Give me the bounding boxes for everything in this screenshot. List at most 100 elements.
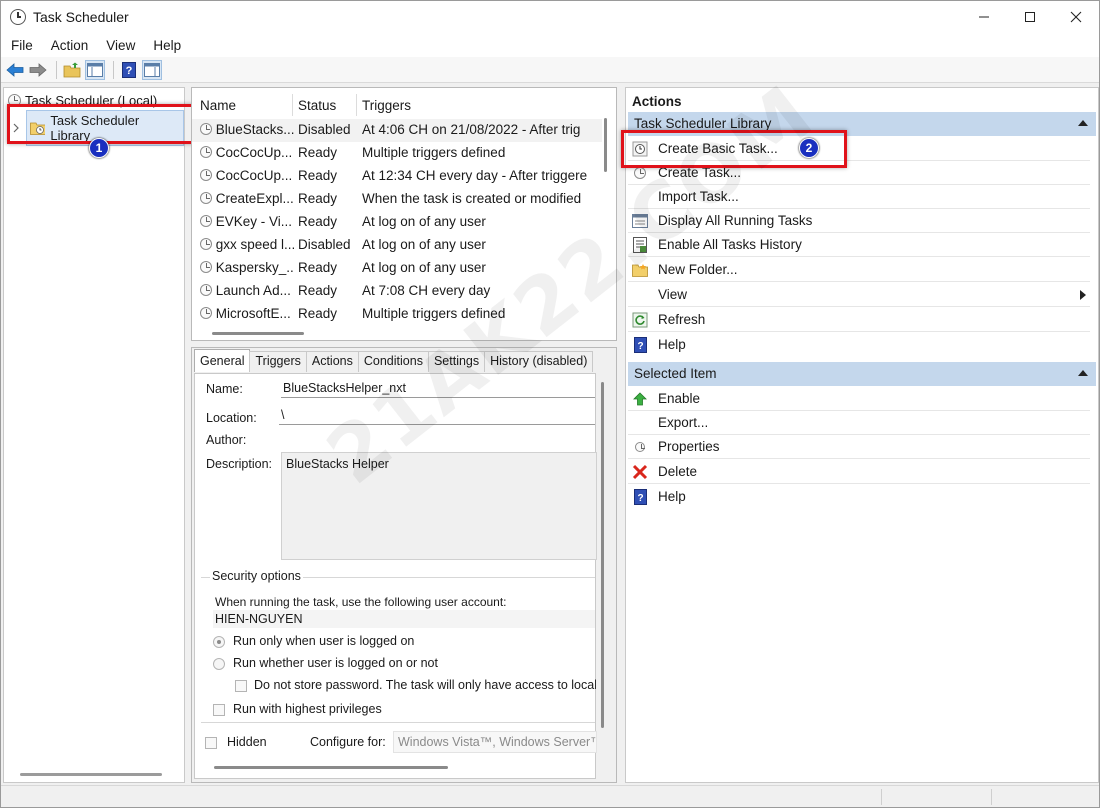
table-row[interactable]: Launch Ad... Ready At 7:08 CH every day [192, 280, 602, 303]
menu-file[interactable]: File [1, 38, 41, 53]
back-arrow-icon [6, 62, 24, 77]
radio-logged-on[interactable] [213, 636, 225, 648]
tab-general[interactable]: General [194, 349, 251, 372]
location-field[interactable]: \ [279, 405, 595, 425]
horizontal-scrollbar[interactable] [212, 332, 304, 335]
horizontal-scrollbar[interactable] [20, 773, 162, 776]
checkbox-highest-privileges[interactable] [213, 704, 225, 716]
table-row[interactable]: MicrosoftE... Ready Multiple triggers de… [192, 303, 602, 326]
checkbox-no-password-label: Do not store password. The task will onl… [254, 678, 596, 692]
show-hide-action-pane-button[interactable] [142, 59, 162, 80]
task-list-pane: Name Status Triggers BlueStacks... Disab… [191, 87, 617, 341]
action-enable-history[interactable]: Enable All Tasks History [628, 233, 1090, 257]
horizontal-scrollbar[interactable] [214, 766, 448, 769]
action-help-selected[interactable]: ? Help [628, 485, 1090, 509]
checkbox-highest-label: Run with highest privileges [233, 702, 382, 716]
table-row[interactable]: CocCocUp... Ready At 12:34 CH every day … [192, 165, 602, 188]
task-name-cell: gxx speed l... [200, 237, 294, 252]
table-row[interactable]: Kaspersky_... Ready At log on of any use… [192, 257, 602, 280]
menu-view[interactable]: View [96, 38, 143, 53]
clock-icon [200, 307, 212, 319]
menu-action[interactable]: Action [41, 38, 97, 53]
forward-button[interactable] [28, 60, 48, 80]
task-triggers: At log on of any user [362, 214, 486, 229]
menu-help[interactable]: Help [143, 38, 189, 53]
security-options-title: Security options [210, 569, 303, 583]
task-name-cell: MicrosoftE... [200, 306, 294, 321]
action-delete[interactable]: Delete [628, 460, 1090, 484]
task-name: Launch Ad... [215, 283, 291, 298]
action-refresh[interactable]: Refresh [628, 308, 1090, 332]
tab-triggers[interactable]: Triggers [249, 351, 307, 372]
new-folder-icon [632, 262, 648, 278]
status-separator [991, 789, 992, 805]
tab-history[interactable]: History (disabled) [484, 351, 594, 372]
running-tasks-icon [632, 213, 648, 229]
tab-conditions[interactable]: Conditions [357, 351, 429, 372]
minimize-icon [979, 16, 989, 18]
task-triggers: Multiple triggers defined [362, 306, 506, 321]
delete-x-icon [632, 464, 648, 480]
tab-actions[interactable]: Actions [305, 351, 359, 372]
task-triggers: At log on of any user [362, 237, 486, 252]
author-label: Author: [206, 433, 247, 447]
checkbox-no-password[interactable] [235, 680, 247, 692]
section-header-selected-item[interactable]: Selected Item [628, 362, 1096, 386]
action-import-task[interactable]: Import Task... [628, 185, 1090, 209]
name-field[interactable]: BlueStacksHelper_nxt [281, 378, 595, 398]
checkbox-hidden-label: Hidden [227, 735, 267, 749]
table-row[interactable]: CreateExpl... Ready When the task is cre… [192, 188, 602, 211]
action-help-library[interactable]: ? Help [628, 333, 1090, 357]
maximize-button[interactable] [1007, 1, 1053, 33]
help-button[interactable]: ? [119, 60, 139, 80]
action-display-running[interactable]: Display All Running Tasks [628, 209, 1090, 233]
back-button[interactable] [5, 60, 25, 80]
action-properties[interactable]: Properties [628, 435, 1090, 459]
task-triggers: At 7:08 CH every day [362, 283, 491, 298]
checkbox-hidden[interactable] [205, 737, 217, 749]
radio-whether-logged-on[interactable] [213, 658, 225, 670]
configure-for-select[interactable]: Windows Vista™, Windows Server™ 20 [393, 731, 597, 753]
table-row[interactable]: EVKey - Vi... Ready At log on of any use… [192, 211, 602, 234]
action-new-folder[interactable]: New Folder... [628, 258, 1090, 282]
general-tab-body: Name: BlueStacksHelper_nxt Location: \ A… [194, 373, 597, 779]
task-status: Ready [298, 283, 338, 298]
callout-number-1: 1 [89, 138, 109, 158]
close-button[interactable] [1053, 1, 1099, 33]
configure-for-label: Configure for: [310, 735, 386, 749]
actions-title: Actions [632, 94, 682, 109]
table-row[interactable]: gxx speed l... Disabled At log on of any… [192, 234, 602, 257]
up-folder-button[interactable] [62, 60, 82, 80]
status-bar [1, 785, 1099, 807]
minimize-button[interactable] [961, 1, 1007, 33]
task-triggers: Multiple triggers defined [362, 145, 506, 160]
task-status: Ready [298, 214, 338, 229]
description-field[interactable]: BlueStacks Helper [281, 452, 597, 560]
action-label: Delete [658, 464, 698, 479]
table-row[interactable]: BlueStacks... Disabled At 4:06 CH on 21/… [192, 119, 602, 142]
action-enable[interactable]: Enable [628, 387, 1090, 411]
clock-icon [200, 123, 212, 135]
location-label: Location: [206, 411, 257, 425]
show-hide-tree-button[interactable] [85, 59, 105, 80]
task-name-cell: BlueStacks... [200, 122, 294, 137]
task-triggers: At 12:34 CH every day - After triggere [362, 168, 588, 183]
history-log-icon [632, 237, 648, 253]
vertical-scrollbar[interactable] [604, 118, 607, 172]
window-title: Task Scheduler [33, 9, 129, 25]
vertical-scrollbar[interactable] [601, 382, 604, 728]
action-view[interactable]: View [628, 283, 1090, 307]
help-book-icon: ? [122, 61, 136, 78]
action-label: Properties [658, 439, 720, 454]
table-row[interactable]: CocCocUp... Ready Multiple triggers defi… [192, 142, 602, 165]
column-header-name[interactable]: Name [200, 94, 292, 116]
action-pane-icon [144, 62, 160, 77]
column-header-status[interactable]: Status [298, 94, 356, 116]
tab-settings[interactable]: Settings [427, 351, 486, 372]
user-account-field: HIEN-NGUYEN [213, 610, 595, 628]
task-triggers: When the task is created or modified [362, 191, 582, 206]
column-header-triggers[interactable]: Triggers [362, 94, 592, 116]
column-separator [356, 94, 357, 116]
action-export[interactable]: Export... [628, 411, 1090, 435]
section-header-library-label: Task Scheduler Library [634, 116, 772, 131]
